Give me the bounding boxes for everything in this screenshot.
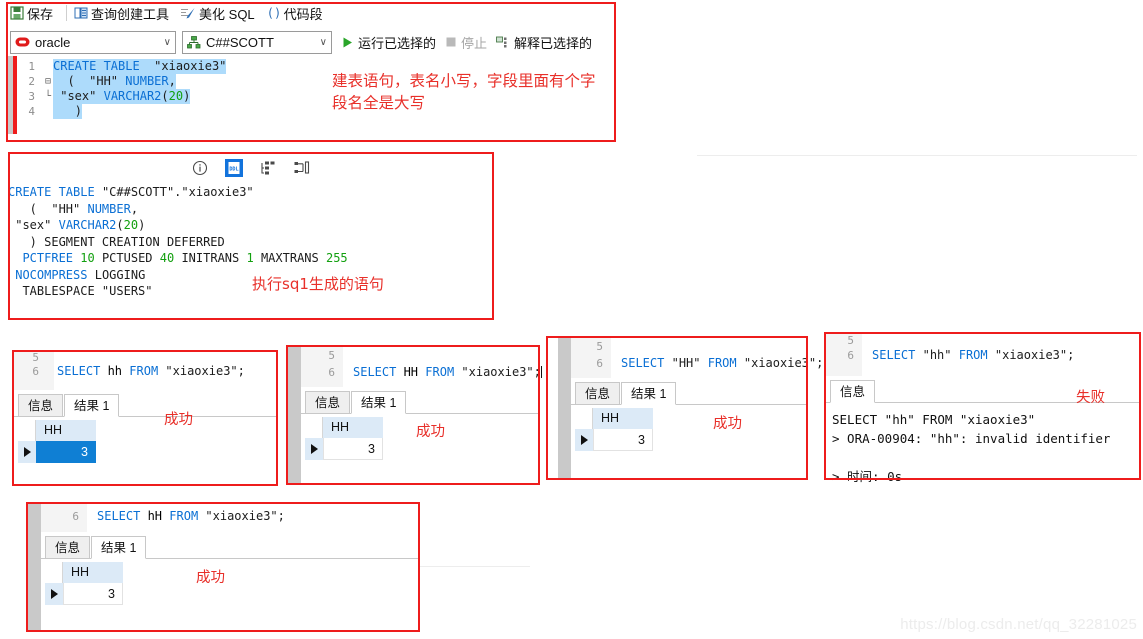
- highlight-box-error: [824, 332, 1141, 480]
- highlight-box-result-5: [26, 502, 420, 632]
- highlight-box-result-1: [12, 350, 278, 486]
- highlight-box-result-2: [286, 345, 540, 485]
- watermark: https://blog.csdn.net/qq_32281025: [900, 616, 1137, 633]
- highlight-box-result-3: [546, 336, 808, 480]
- faint-divider: [697, 155, 1137, 156]
- highlight-box-editor: [6, 2, 616, 142]
- faint-divider: [420, 566, 530, 567]
- highlight-box-ddl: [8, 152, 494, 320]
